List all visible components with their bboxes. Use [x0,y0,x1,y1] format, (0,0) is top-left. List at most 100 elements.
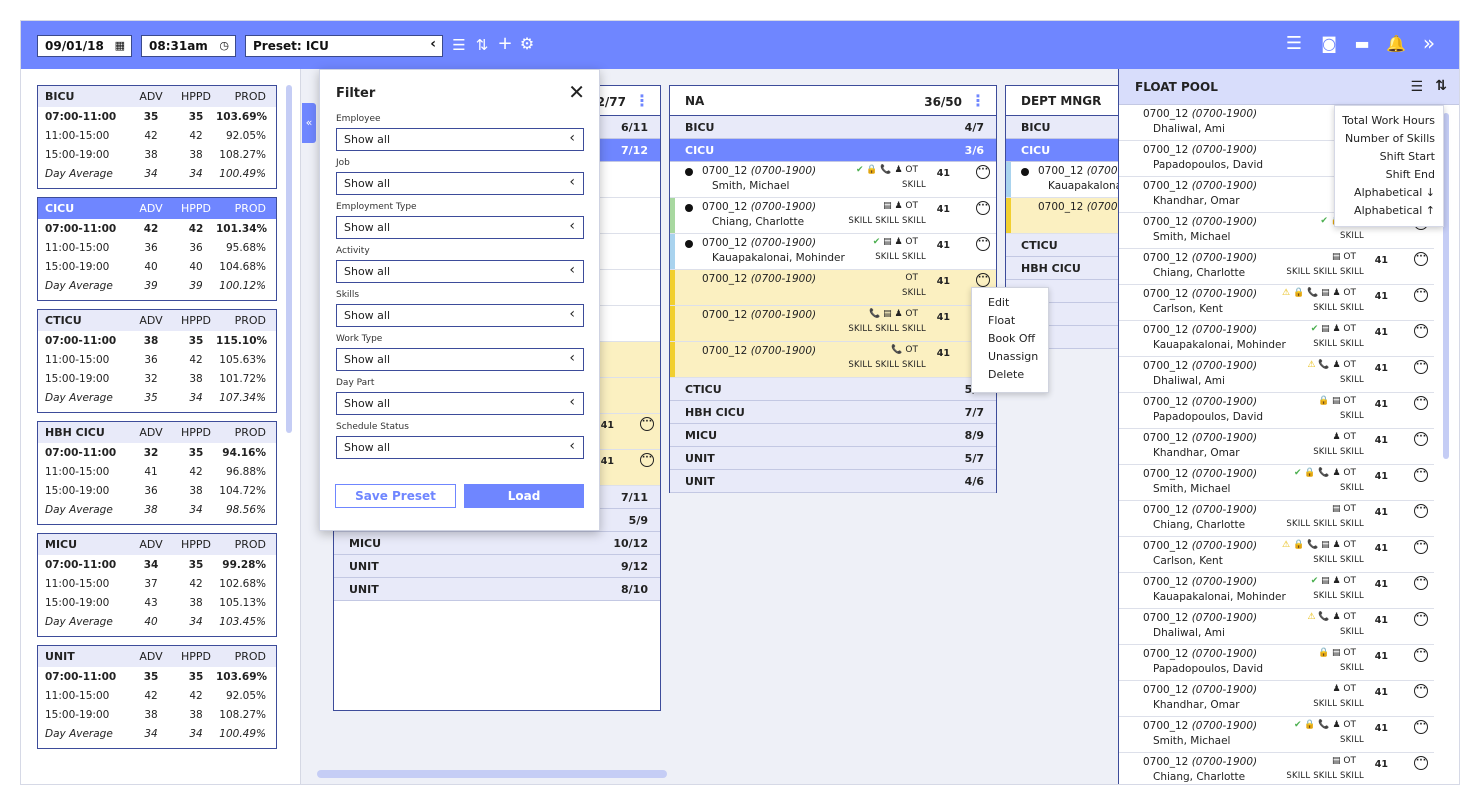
filter-select[interactable]: Show all ‹ [336,304,584,327]
more-horizontal-icon[interactable]: ··· [1414,360,1428,374]
shift-row[interactable]: 0700_12 (0700-1900) Chiang, Charlotte ▤ OT… [1119,249,1434,285]
shift-row[interactable]: 0700_12 (0700-1900) Papadopoulos, David 🔒 … [1119,645,1434,681]
save-preset-button[interactable]: Save Preset [335,484,456,508]
shift-row[interactable]: 0700_12 (0700-1900) 📞 ▤ ♟ OT SKILL SKILL S… [670,306,996,342]
shift-row[interactable]: 0700_12 (0700-1900) Smith, Michael ✔ 🔒 📞 ♟… [670,162,996,198]
menu-item[interactable]: Delete [988,368,1048,386]
more-horizontal-icon[interactable]: ··· [1414,504,1428,518]
list-icon[interactable]: ☰ [1283,34,1305,54]
load-button[interactable]: Load [464,484,584,508]
shift-row[interactable]: 0700_12 (0700-1900) Chiang, Charlotte ▤ OT… [1119,753,1434,784]
more-horizontal-icon[interactable]: ··· [976,237,990,251]
filter-icon[interactable]: ☰ [1410,79,1423,95]
shift-row[interactable]: 0700_12 (0700-1900) Khandhar, Omar ♟ OT SKI… [1119,681,1434,717]
unit-row[interactable]: UNIT 5/7 [670,447,996,470]
unit-row[interactable]: UNIT 9/12 [334,555,660,578]
sort-icon[interactable]: ⇅ [471,35,493,55]
more-horizontal-icon[interactable]: ··· [640,417,654,431]
close-icon[interactable]: ✕ [568,80,585,104]
more-horizontal-icon[interactable]: ··· [976,201,990,215]
shift-row[interactable]: 0700_12 (0700-1900) Dhaliwal, Ami ⚠ 📞 ♟ OT… [1119,609,1434,645]
shift-row[interactable]: 0700_12 (0700-1900) Carlson, Kent ⚠ 🔒 📞 ▤ … [1119,537,1434,573]
unit-summary-card[interactable]: HBH CICU ADV HPPD PROD 07:00-11:00 32 35 94.16%… [37,421,277,525]
filter-icon[interactable]: ☰ [448,35,470,55]
filter-select[interactable]: Show all ‹ [336,348,584,371]
filter-select[interactable]: Show all ‹ [336,436,584,459]
more-horizontal-icon[interactable]: ··· [1414,324,1428,338]
add-icon[interactable]: + [494,34,516,54]
sort-option[interactable]: Total Work Hours [1335,114,1435,132]
shift-row[interactable]: 0700_12 (0700-1900) Kauapakalonai, Mohind… [1119,321,1434,357]
chat-icon[interactable]: ▬ [1351,34,1373,54]
more-horizontal-icon[interactable]: ··· [1414,432,1428,446]
menu-item[interactable]: Book Off [988,332,1048,350]
more-horizontal-icon[interactable]: ··· [1414,720,1428,734]
shift-row[interactable]: 0700_12 (0700-1900) 📞 OT SKILL SKILL SKILL… [670,342,996,378]
date-picker[interactable]: 09/01/18 ▦ [37,35,132,57]
camera-icon[interactable]: ◙ [1318,34,1340,54]
sort-option[interactable]: Shift End [1335,168,1435,186]
time-picker[interactable]: 08:31am ◷ [141,35,236,57]
shift-row[interactable]: 0700_12 (0700-1900) Chiang, Charlotte ▤ OT… [1119,501,1434,537]
shift-row[interactable]: 0700_12 (0700-1900) Kauapakalonai, Mohind… [670,234,996,270]
sort-option[interactable]: Alphabetical ↓ [1335,186,1435,204]
more-horizontal-icon[interactable]: ··· [1414,540,1428,554]
more-horizontal-icon[interactable]: ··· [640,453,654,467]
collapse-panel-button[interactable]: « [302,103,316,143]
shift-row[interactable]: 0700_12 (0700-1900) Dhaliwal, Ami ⚠ 📞 ♟ OT… [1119,357,1434,393]
unit-row[interactable]: MICU 10/12 [334,532,660,555]
more-horizontal-icon[interactable]: ··· [1414,288,1428,302]
unit-row[interactable]: HBH CICU 7/7 [670,401,996,424]
unit-row[interactable]: CTICU5/8 [670,378,996,401]
shift-row[interactable]: 0700_12 (0700-1900) Carlson, Kent ⚠ 🔒 📞 ▤ … [1119,285,1434,321]
gear-icon[interactable]: ⚙ [516,34,538,54]
unit-row[interactable]: UNIT 8/10 [334,578,660,601]
horizontal-scrollbar[interactable] [317,770,667,778]
more-horizontal-icon[interactable]: ··· [1414,612,1428,626]
more-horizontal-icon[interactable]: ··· [1414,684,1428,698]
preset-select[interactable]: Preset: ICU ‹ [245,35,443,57]
unit-summary-card[interactable]: CICU ADV HPPD PROD 07:00-11:00 42 42 101.34% 11:… [37,197,277,301]
shift-row[interactable]: 0700_12 (0700-1900) Khandhar, Omar ♟ OT SKI… [1119,429,1434,465]
menu-item[interactable]: Float [988,314,1048,332]
shift-row[interactable]: 0700_12 (0700-1900) Kauapakalonai, Mohind… [1119,573,1434,609]
menu-item[interactable]: Unassign [988,350,1048,368]
more-horizontal-icon[interactable]: ··· [1414,648,1428,662]
more-vertical-icon[interactable]: ⋮ [634,91,650,110]
left-scrollbar[interactable] [286,85,292,433]
more-horizontal-icon[interactable]: ··· [1414,396,1428,410]
filter-select[interactable]: Show all ‹ [336,172,584,195]
more-horizontal-icon[interactable]: ··· [1414,756,1428,770]
unit-row[interactable]: CICU 3/6 [670,139,996,162]
double-chevron-right-icon[interactable]: » [1418,33,1440,53]
filter-select[interactable]: Show all ‹ [336,216,584,239]
more-horizontal-icon[interactable]: ··· [1414,576,1428,590]
hppd-value: 38 [189,148,203,161]
sort-option[interactable]: Alphabetical ↑ [1335,204,1435,222]
shift-row[interactable]: 0700_12 (0700-1900) Smith, Michael ✔ 🔒 📞 ♟… [1119,465,1434,501]
menu-item[interactable]: Edit [988,296,1048,314]
unit-row[interactable]: MICU 8/9 [670,424,996,447]
more-horizontal-icon[interactable]: ··· [1414,252,1428,266]
shift-row[interactable]: 0700_12 (0700-1900) OT SKILL 41 ··· [670,270,996,306]
unit-summary-card[interactable]: MICU ADV HPPD PROD 07:00-11:00 34 35 99.28% 11:0… [37,533,277,637]
unit-summary-card[interactable]: CTICU ADV HPPD PROD 07:00-11:00 38 35 115.10% 11… [37,309,277,413]
filter-select[interactable]: Show all ‹ [336,392,584,415]
shift-row[interactable]: 0700_12 (0700-1900) Smith, Michael ✔ 🔒 📞 ♟… [1119,717,1434,753]
unit-summary-card[interactable]: BICU ADV HPPD PROD 07:00-11:00 35 35 103.69% 11:… [37,85,277,189]
bell-icon[interactable]: 🔔 [1385,34,1407,54]
more-vertical-icon[interactable]: ⋮ [970,91,986,110]
more-horizontal-icon[interactable]: ··· [1414,468,1428,482]
unit-summary-card[interactable]: UNIT ADV HPPD PROD 07:00-11:00 35 35 103.69% 11:… [37,645,277,749]
filter-select[interactable]: Show all ‹ [336,128,584,151]
more-horizontal-icon[interactable]: ··· [976,165,990,179]
unit-row[interactable]: UNIT 4/6 [670,470,996,493]
sort-icon[interactable]: ⇅ [1435,78,1447,94]
shift-row[interactable]: 0700_12 (0700-1900) Papadopoulos, David 🔒 … [1119,393,1434,429]
shift-row[interactable]: 0700_12 (0700-1900) Chiang, Charlotte ▤ ♟ … [670,198,996,234]
more-horizontal-icon[interactable]: ··· [976,273,990,287]
filter-select[interactable]: Show all ‹ [336,260,584,283]
sort-option[interactable]: Number of Skills [1335,132,1435,150]
sort-option[interactable]: Shift Start [1335,150,1435,168]
unit-row[interactable]: BICU 4/7 [670,116,996,139]
